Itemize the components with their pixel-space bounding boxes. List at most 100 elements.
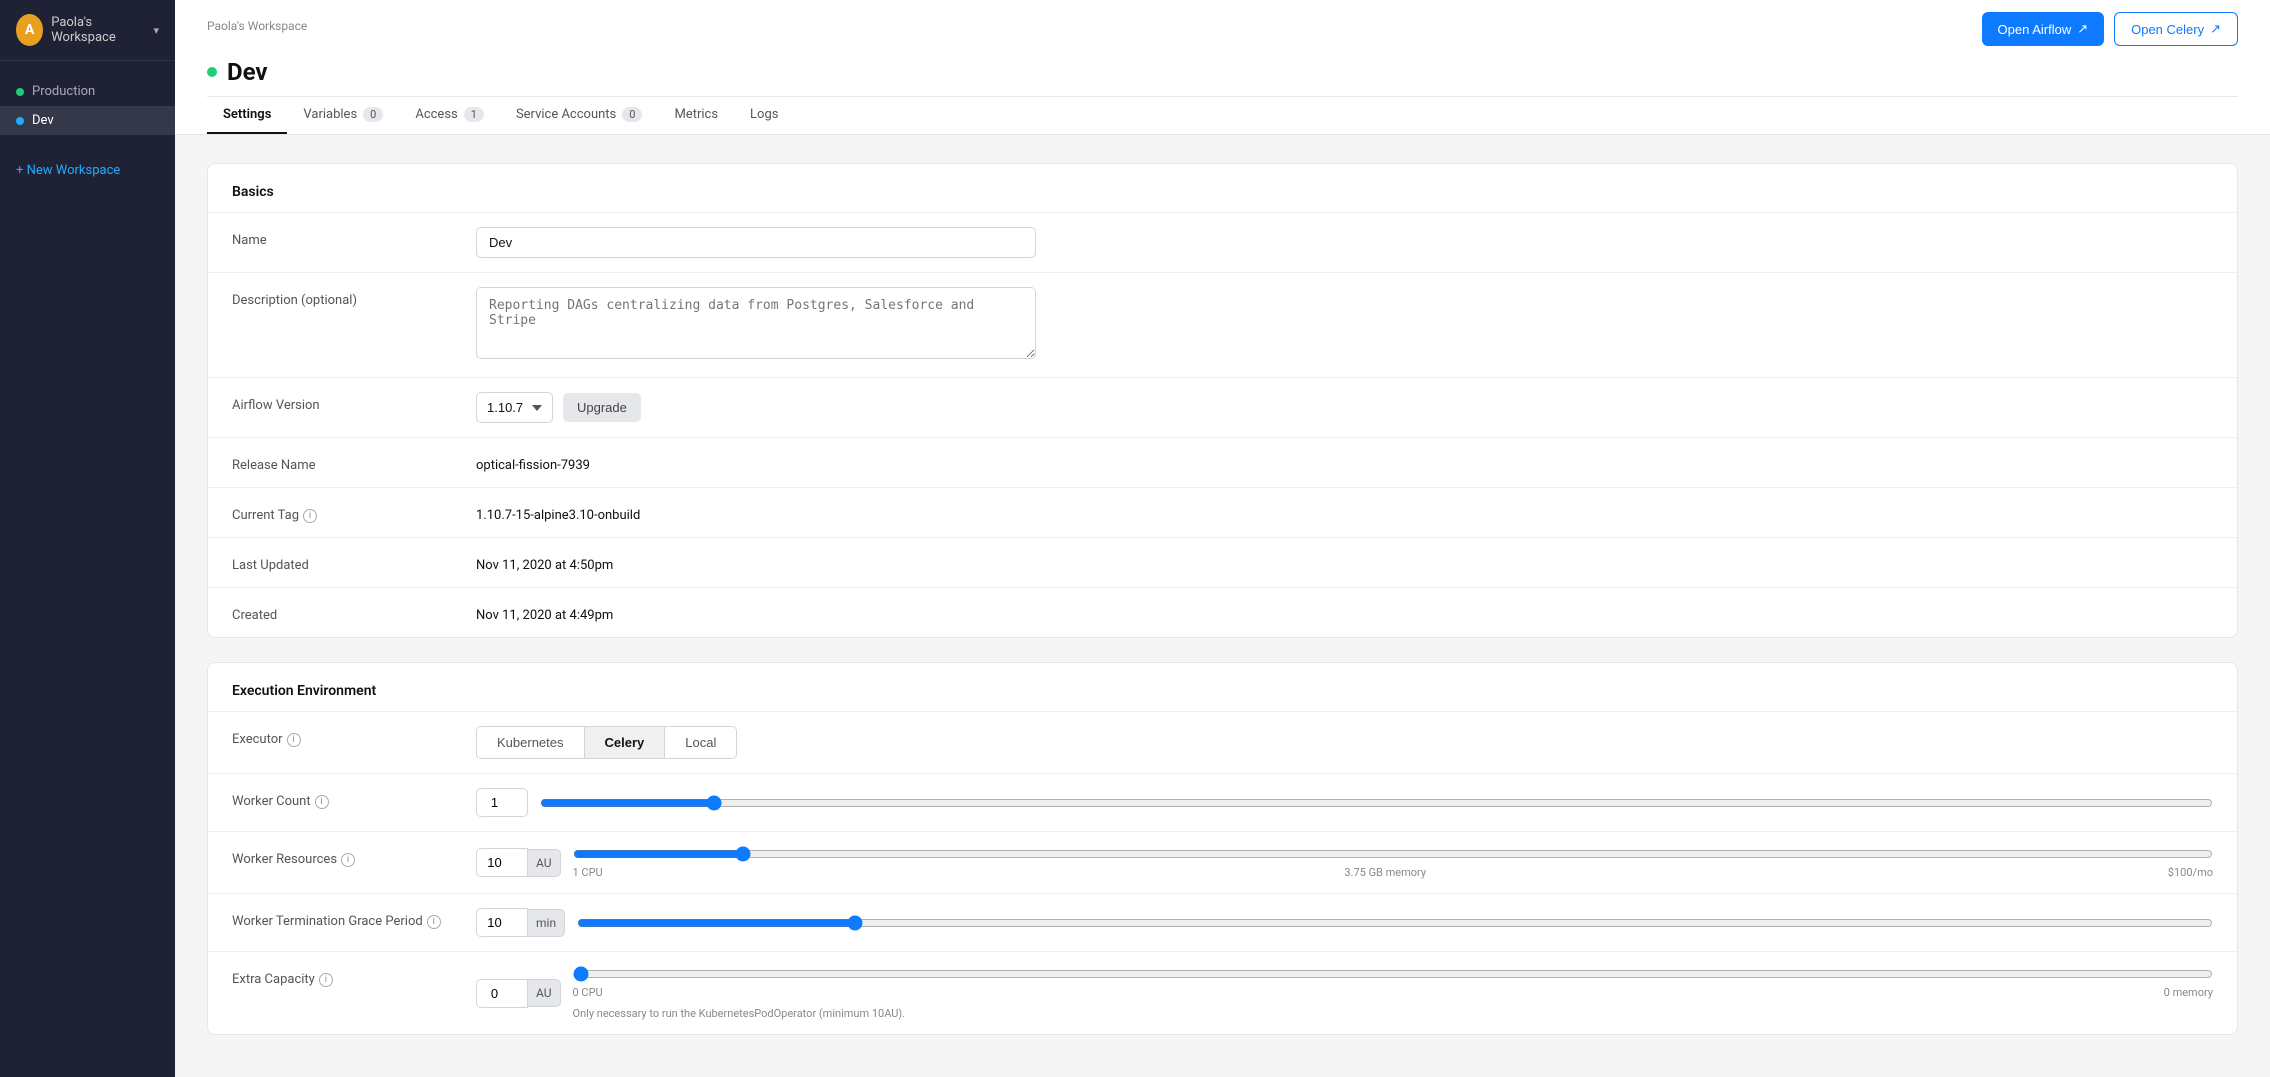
executor-info-icon[interactable]: i xyxy=(287,733,301,747)
extra-capacity-hint: Only necessary to run the KubernetesPodO… xyxy=(573,1007,2213,1020)
airflow-version-label: Airflow Version xyxy=(232,392,452,413)
tabs-bar: Settings Variables 0 Access 1 Service Ac… xyxy=(207,96,2238,134)
tab-metrics[interactable]: Metrics xyxy=(658,97,734,134)
current-tag-row: Current Tag i 1.10.7-15-alpine3.10-onbui… xyxy=(208,487,2237,537)
current-tag-info-icon[interactable]: i xyxy=(303,509,317,523)
worker-count-input[interactable] xyxy=(476,788,528,817)
worker-resources-unit: AU xyxy=(528,849,561,877)
execution-title: Execution Environment xyxy=(208,663,2237,711)
executor-kubernetes-button[interactable]: Kubernetes xyxy=(477,727,585,758)
worker-count-row: Worker Count i xyxy=(208,773,2237,831)
last-updated-label: Last Updated xyxy=(232,552,452,573)
tab-access-label: Access xyxy=(415,107,457,122)
release-name-row: Release Name optical-fission-7939 xyxy=(208,437,2237,487)
execution-card: Execution Environment Executor i Kuberne… xyxy=(207,662,2238,1035)
extra-capacity-input[interactable] xyxy=(476,979,528,1008)
chevron-down-icon[interactable]: ▾ xyxy=(153,24,159,37)
created-value: Nov 11, 2020 at 4:49pm xyxy=(476,602,2213,623)
page-header: Paola's Workspace Open Airflow ↗ Open Ce… xyxy=(175,0,2270,135)
description-textarea[interactable] xyxy=(476,287,1036,359)
worker-resources-label: Worker Resources i xyxy=(232,846,452,867)
sidebar-item-label: Production xyxy=(32,84,95,99)
extra-capacity-labels: 0 CPU 0 memory xyxy=(573,986,2213,999)
executor-row: Executor i Kubernetes Celery Local xyxy=(208,711,2237,773)
header-top: Paola's Workspace Open Airflow ↗ Open Ce… xyxy=(207,0,2238,54)
main-content: Paola's Workspace Open Airflow ↗ Open Ce… xyxy=(175,0,2270,1077)
termination-slider-wrap xyxy=(577,915,2213,931)
worker-count-info-icon[interactable]: i xyxy=(315,795,329,809)
termination-input[interactable] xyxy=(476,908,528,937)
release-name-label: Release Name xyxy=(232,452,452,473)
open-airflow-label: Open Airflow xyxy=(1998,22,2072,37)
worker-resources-labels: 1 CPU 3.75 GB memory $100/mo xyxy=(573,866,2213,879)
tab-variables-badge: 0 xyxy=(363,107,383,122)
worker-resources-memory-label: 3.75 GB memory xyxy=(1344,866,1426,879)
sidebar-workspace-name: Paola's Workspace xyxy=(51,15,143,45)
extra-capacity-row: Extra Capacity i AU 0 CPU 0 memory xyxy=(208,951,2237,1034)
executor-celery-button[interactable]: Celery xyxy=(585,727,666,758)
worker-resources-slider[interactable] xyxy=(573,846,2213,862)
worker-resources-cpu-label: 1 CPU xyxy=(573,866,603,879)
extra-capacity-cpu-label: 0 CPU xyxy=(573,986,603,999)
dev-status-dot xyxy=(16,117,24,125)
tab-access[interactable]: Access 1 xyxy=(399,97,500,134)
tab-service-accounts-badge: 0 xyxy=(622,107,642,122)
extra-capacity-slider[interactable] xyxy=(573,966,2213,982)
worker-count-slider-wrap xyxy=(540,795,2213,811)
extra-capacity-info-icon[interactable]: i xyxy=(319,973,333,987)
name-input[interactable] xyxy=(476,227,1036,258)
executor-label: Executor i xyxy=(232,726,452,747)
page-title: Dev xyxy=(227,58,268,86)
airflow-version-controls: 1.10.7 Upgrade xyxy=(476,392,641,423)
extra-capacity-control: AU 0 CPU 0 memory Only necessary to run … xyxy=(476,966,2213,1020)
last-updated-value: Nov 11, 2020 at 4:50pm xyxy=(476,552,2213,573)
extra-capacity-slider-wrap: 0 CPU 0 memory Only necessary to run the… xyxy=(573,966,2213,1020)
external-link-icon: ↗ xyxy=(2077,21,2088,37)
tab-variables[interactable]: Variables 0 xyxy=(287,97,399,134)
open-airflow-button[interactable]: Open Airflow ↗ xyxy=(1982,12,2105,46)
description-label: Description (optional) xyxy=(232,287,452,308)
release-name-value: optical-fission-7939 xyxy=(476,452,2213,473)
new-workspace-link[interactable]: + New Workspace xyxy=(0,151,175,190)
tab-logs[interactable]: Logs xyxy=(734,97,794,134)
tab-settings-label: Settings xyxy=(223,107,271,122)
name-label: Name xyxy=(232,227,452,248)
basics-card: Basics Name Description (optional) Airfl… xyxy=(207,163,2238,638)
airflow-version-row: Airflow Version 1.10.7 Upgrade xyxy=(208,377,2237,437)
sidebar-logo: A Paola's Workspace ▾ xyxy=(0,0,175,61)
worker-resources-control: AU 1 CPU 3.75 GB memory $100/mo xyxy=(476,846,2213,879)
basics-title: Basics xyxy=(208,164,2237,212)
page-title-row: Dev xyxy=(207,54,2238,96)
workspace-title-area: Paola's Workspace xyxy=(207,15,307,43)
open-celery-button[interactable]: Open Celery ↗ xyxy=(2114,12,2238,46)
sidebar-item-dev[interactable]: Dev xyxy=(0,106,175,135)
tab-logs-label: Logs xyxy=(750,107,778,122)
termination-unit: min xyxy=(528,909,565,937)
termination-info-icon[interactable]: i xyxy=(427,915,441,929)
extra-capacity-memory-label: 0 memory xyxy=(2164,986,2213,999)
termination-slider[interactable] xyxy=(577,915,2213,931)
current-tag-value: 1.10.7-15-alpine3.10-onbuild xyxy=(476,502,2213,523)
worker-resources-input-group: AU xyxy=(476,848,561,877)
current-tag-label: Current Tag i xyxy=(232,502,452,523)
worker-count-control xyxy=(476,788,2213,817)
executor-local-button[interactable]: Local xyxy=(665,727,736,758)
header-actions: Open Airflow ↗ Open Celery ↗ xyxy=(1982,12,2239,46)
tab-variables-label: Variables xyxy=(303,107,357,122)
logo-icon: A xyxy=(16,14,43,46)
termination-control: min xyxy=(476,908,2213,937)
tab-service-accounts[interactable]: Service Accounts 0 xyxy=(500,97,659,134)
upgrade-button[interactable]: Upgrade xyxy=(563,393,641,422)
tab-service-accounts-label: Service Accounts xyxy=(516,107,616,122)
worker-resources-info-icon[interactable]: i xyxy=(341,853,355,867)
worker-resources-cost-label: $100/mo xyxy=(2168,866,2213,879)
worker-resources-input[interactable] xyxy=(476,848,528,877)
tab-access-badge: 1 xyxy=(464,107,484,122)
status-dot xyxy=(207,67,217,77)
worker-count-slider[interactable] xyxy=(540,795,2213,811)
tab-settings[interactable]: Settings xyxy=(207,97,287,134)
created-row: Created Nov 11, 2020 at 4:49pm xyxy=(208,587,2237,637)
sidebar-item-production[interactable]: Production xyxy=(0,77,175,106)
airflow-version-select[interactable]: 1.10.7 xyxy=(476,392,553,423)
worker-count-label: Worker Count i xyxy=(232,788,452,809)
